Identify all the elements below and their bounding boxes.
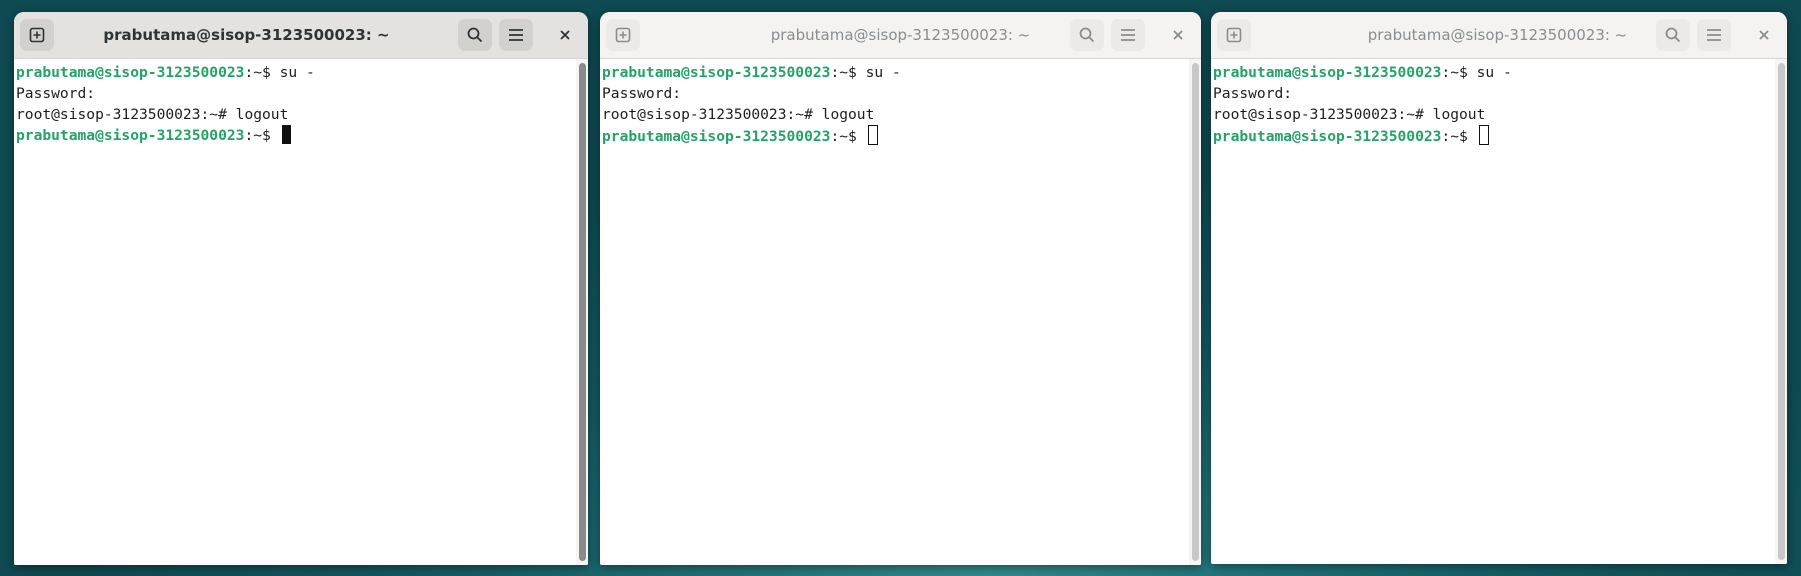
prompt-separator: :~$ [244, 127, 280, 144]
search-icon [1665, 27, 1681, 43]
window-title: prabutama@sisop-3123500023: ~ [770, 26, 1031, 44]
output-text: root@sisop-3123500023:~# logout [1213, 106, 1486, 123]
prompt-user: prabutama@sisop-3123500023 [602, 64, 831, 81]
output-text: root@sisop-3123500023:~# logout [602, 106, 875, 123]
command-text: su - [1476, 64, 1512, 81]
scrollbar-thumb[interactable] [579, 63, 586, 561]
search-button[interactable] [458, 19, 492, 51]
terminal-line: root@sisop-3123500023:~# logout [602, 104, 874, 125]
search-icon [467, 27, 483, 43]
prompt-user: prabutama@sisop-3123500023 [16, 64, 245, 81]
scrollbar[interactable] [1189, 59, 1201, 565]
terminal-window-2[interactable]: prabutama@sisop-3123500023: ~ prabutama@… [600, 12, 1201, 565]
terminal-line: Password: [1213, 83, 1292, 104]
scrollbar[interactable] [576, 59, 588, 565]
close-button[interactable] [1163, 19, 1193, 51]
prompt-separator: :~$ [830, 128, 866, 145]
new-tab-icon [1226, 27, 1242, 43]
command-text: su - [865, 64, 901, 81]
terminal-line: prabutama@sisop-3123500023:~$ su - [1213, 62, 1512, 83]
prompt-user: prabutama@sisop-3123500023 [16, 127, 245, 144]
output-text: Password: [602, 85, 682, 102]
text-cursor [867, 125, 878, 145]
prompt-separator: :~$ [244, 64, 280, 81]
terminal-output[interactable]: prabutama@sisop-3123500023:~$ su - Passw… [1211, 59, 1787, 564]
terminal-line: prabutama@sisop-3123500023:~$ [16, 125, 291, 146]
header-bar: prabutama@sisop-3123500023: ~ [14, 12, 588, 59]
terminal-window-1[interactable]: prabutama@sisop-3123500023: ~ prabutama@… [14, 12, 588, 565]
output-text: Password: [1213, 85, 1293, 102]
prompt-separator: :~$ [1441, 128, 1477, 145]
search-icon [1079, 27, 1095, 43]
hamburger-menu-icon [1707, 29, 1721, 41]
search-button[interactable] [1070, 19, 1104, 51]
close-button[interactable] [550, 19, 580, 51]
menu-button[interactable] [1111, 19, 1145, 51]
terminal-line: prabutama@sisop-3123500023:~$ [602, 125, 878, 146]
output-text: Password: [16, 85, 96, 102]
window-title: prabutama@sisop-3123500023: ~ [1367, 26, 1628, 44]
new-tab-button[interactable] [1217, 19, 1251, 51]
text-cursor [281, 125, 291, 144]
header-bar: prabutama@sisop-3123500023: ~ [1211, 12, 1787, 59]
terminal-line: prabutama@sisop-3123500023:~$ su - [16, 62, 315, 83]
close-icon [1173, 30, 1183, 40]
prompt-separator: :~$ [830, 64, 866, 81]
terminal-line: prabutama@sisop-3123500023:~$ su - [602, 62, 901, 83]
header-bar: prabutama@sisop-3123500023: ~ [600, 12, 1201, 59]
terminal-window-3[interactable]: prabutama@sisop-3123500023: ~ prabutama@… [1211, 12, 1787, 564]
terminal-line: root@sisop-3123500023:~# logout [16, 104, 288, 125]
new-tab-button[interactable] [606, 19, 640, 51]
hamburger-menu-icon [1121, 29, 1135, 41]
terminal-output[interactable]: prabutama@sisop-3123500023:~$ su - Passw… [14, 59, 588, 565]
new-tab-icon [29, 27, 45, 43]
new-tab-icon [615, 27, 631, 43]
scrollbar-thumb[interactable] [1192, 63, 1199, 561]
close-icon [1759, 30, 1769, 40]
terminal-output[interactable]: prabutama@sisop-3123500023:~$ su - Passw… [600, 59, 1201, 565]
prompt-separator: :~$ [1441, 64, 1477, 81]
close-icon [560, 30, 570, 40]
terminal-line: Password: [602, 83, 681, 104]
terminal-line: prabutama@sisop-3123500023:~$ [1213, 125, 1489, 146]
terminal-line: Password: [16, 83, 95, 104]
prompt-user: prabutama@sisop-3123500023 [1213, 64, 1442, 81]
close-button[interactable] [1749, 19, 1779, 51]
text-cursor [1478, 125, 1489, 145]
window-title: prabutama@sisop-3123500023: ~ [103, 26, 390, 44]
scrollbar[interactable] [1775, 59, 1787, 564]
new-tab-button[interactable] [20, 19, 54, 51]
hamburger-menu-icon [509, 29, 523, 41]
menu-button[interactable] [1697, 19, 1731, 51]
output-text: root@sisop-3123500023:~# logout [16, 106, 289, 123]
terminal-line: root@sisop-3123500023:~# logout [1213, 104, 1485, 125]
search-button[interactable] [1656, 19, 1690, 51]
command-text: su - [279, 64, 315, 81]
prompt-user: prabutama@sisop-3123500023 [602, 128, 831, 145]
prompt-user: prabutama@sisop-3123500023 [1213, 128, 1442, 145]
menu-button[interactable] [499, 19, 533, 51]
scrollbar-thumb[interactable] [1778, 63, 1785, 560]
